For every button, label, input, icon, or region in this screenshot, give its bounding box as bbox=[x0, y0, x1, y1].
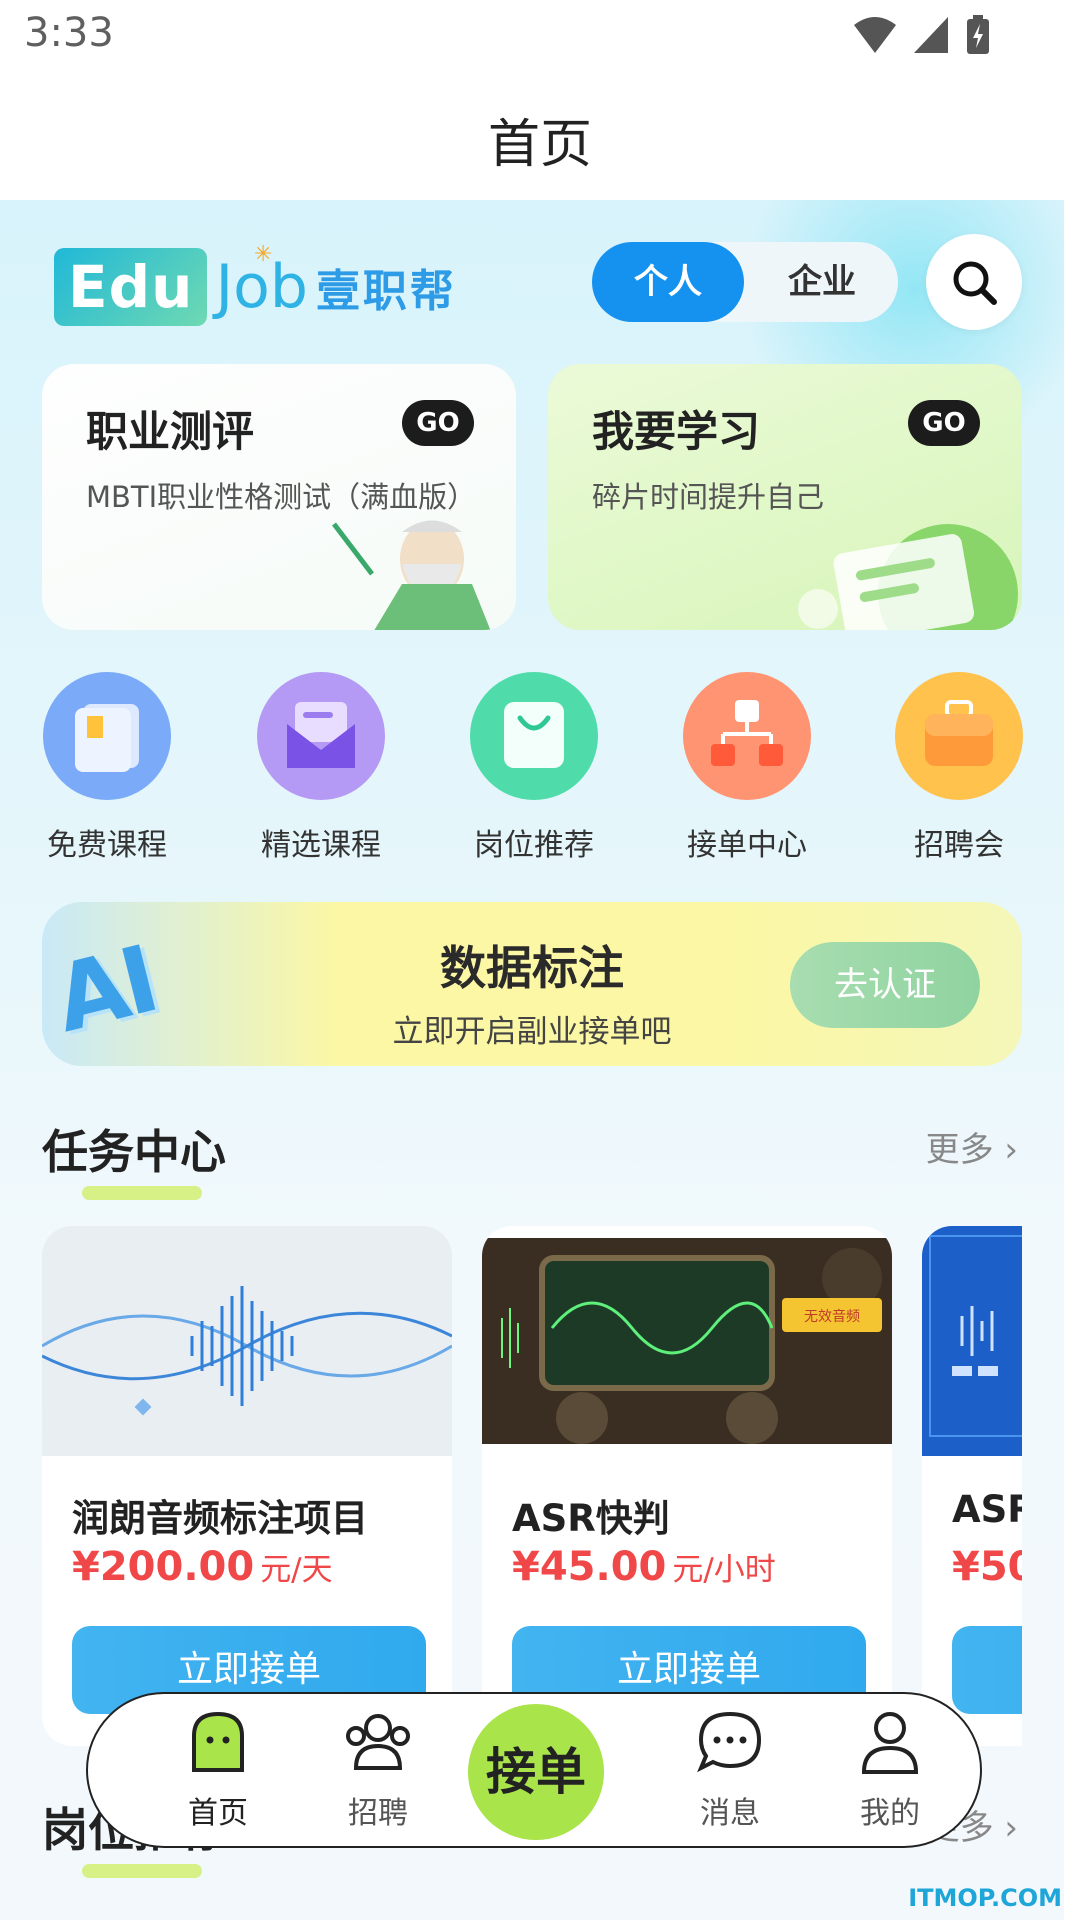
task-name: 润朗音频标注项目 bbox=[72, 1497, 368, 1540]
study-illustration bbox=[798, 524, 1018, 630]
shortcut-job-fair[interactable]: 招聘会 bbox=[874, 672, 1044, 864]
price-amount: ¥45.00 bbox=[512, 1544, 667, 1590]
network-icon bbox=[683, 672, 811, 800]
more-label: 更多 bbox=[925, 1130, 994, 1170]
logo-edu: Edu bbox=[54, 248, 208, 326]
task-name: ASR快判 bbox=[512, 1497, 670, 1540]
career-assessment-card[interactable]: 职业测评 GO MBTI职业性格测试（满血版） bbox=[42, 364, 516, 630]
task-card[interactable]: 润朗音频标注项目 ¥200.00 元/天 立即接单 bbox=[42, 1226, 452, 1746]
shortcut-job-recommend[interactable]: 岗位推荐 bbox=[449, 672, 619, 864]
shortcut-label: 接单中心 bbox=[687, 828, 807, 863]
home-icon bbox=[192, 1711, 244, 1772]
sage-illustration bbox=[332, 520, 491, 630]
toggle-enterprise[interactable]: 企业 bbox=[746, 242, 898, 322]
sun-icon: ✳ bbox=[254, 242, 273, 267]
shortcut-label: 精选课程 bbox=[261, 828, 381, 863]
tab-label: 招聘 bbox=[348, 1796, 408, 1831]
title-underline bbox=[82, 1186, 202, 1200]
page-title: 首页 bbox=[487, 115, 592, 175]
task-center-title: 任务中心 bbox=[42, 1116, 226, 1200]
tab-recruit[interactable]: 招聘 bbox=[318, 1710, 438, 1832]
status-time: 3:33 bbox=[24, 10, 114, 56]
shortcut-grid: 免费课程 精选课程 岗位推荐 接单中心 招聘会 bbox=[42, 672, 1023, 864]
shortcut-label: 岗位推荐 bbox=[474, 828, 594, 863]
title-underline bbox=[82, 1864, 202, 1878]
mail-icon bbox=[257, 672, 385, 800]
shortcut-label: 招聘会 bbox=[914, 828, 1004, 863]
watermark: ITMOP.COM bbox=[908, 1884, 1062, 1912]
task-carousel[interactable]: 润朗音频标注项目 ¥200.00 元/天 立即接单 无效音频 ASR快判 ¥45… bbox=[42, 1226, 1022, 1746]
chat-icon bbox=[697, 1711, 762, 1773]
task-price: ¥45.00 元/小时 bbox=[512, 1544, 776, 1590]
retro-monitor-image: 无效音频 bbox=[482, 1238, 892, 1444]
logo-cn: 壹职帮 bbox=[315, 266, 457, 317]
card-subtitle: 碎片时间提升自己 bbox=[592, 480, 825, 514]
tab-messages[interactable]: 消息 bbox=[670, 1710, 790, 1832]
accept-order-button[interactable] bbox=[952, 1626, 1022, 1714]
go-badge[interactable]: GO bbox=[402, 400, 474, 446]
audio-wave-image bbox=[42, 1226, 452, 1456]
bag-icon bbox=[470, 672, 598, 800]
blue-audio-image bbox=[922, 1226, 1022, 1456]
task-price: ¥200.00 元/天 bbox=[72, 1544, 333, 1590]
accept-order-tab-button[interactable]: 接单 bbox=[468, 1704, 604, 1840]
briefcase-icon bbox=[895, 672, 1023, 800]
price-amount: ¥50 bbox=[952, 1544, 1022, 1590]
shortcut-selected-courses[interactable]: 精选课程 bbox=[236, 672, 406, 864]
status-bar: 3:33 bbox=[0, 0, 1080, 74]
price-unit: 元/天 bbox=[260, 1552, 333, 1588]
status-icons bbox=[852, 14, 992, 56]
shortcut-label: 免费课程 bbox=[47, 828, 167, 863]
chevron-right-icon: › bbox=[1004, 1130, 1018, 1170]
shortcut-free-courses[interactable]: 免费课程 bbox=[22, 672, 192, 864]
data-annotation-banner[interactable]: AI 数据标注 立即开启副业接单吧 去认证 bbox=[42, 902, 1022, 1066]
book-icon bbox=[43, 672, 171, 800]
verify-button[interactable]: 去认证 bbox=[790, 942, 980, 1028]
shortcut-order-center[interactable]: 接单中心 bbox=[662, 672, 832, 864]
price-unit: 元/小时 bbox=[672, 1552, 776, 1588]
tab-label: 我的 bbox=[860, 1796, 920, 1831]
toggle-personal[interactable]: 个人 bbox=[592, 242, 744, 322]
tab-profile[interactable]: 我的 bbox=[830, 1710, 950, 1832]
price-amount: ¥200.00 bbox=[72, 1544, 255, 1590]
app-logo: Edu Job 壹职帮 ✳ bbox=[54, 242, 457, 332]
section-title-text: 任务中心 bbox=[42, 1125, 226, 1179]
tab-label: 消息 bbox=[700, 1796, 760, 1831]
home-content[interactable]: Edu Job 壹职帮 ✳ 个人 企业 职业测评 GO MBTI职业性格测试（满… bbox=[0, 200, 1064, 1920]
battery-icon bbox=[967, 15, 989, 54]
search-button[interactable] bbox=[926, 234, 1022, 330]
task-name: ASR bbox=[952, 1488, 1022, 1531]
tab-label: 首页 bbox=[188, 1796, 248, 1831]
tab-home[interactable]: 首页 bbox=[158, 1710, 278, 1832]
task-card[interactable]: ASR ¥50 bbox=[922, 1226, 1022, 1746]
task-more-link[interactable]: 更多 › bbox=[926, 1122, 1018, 1171]
image-tag: 无效音频 bbox=[804, 1308, 860, 1325]
people-icon bbox=[346, 1714, 410, 1770]
title-bar: 首页 bbox=[0, 74, 1080, 200]
card-title: 职业测评 bbox=[86, 407, 255, 456]
wifi-icon bbox=[854, 17, 896, 53]
task-price: ¥50 bbox=[952, 1544, 1022, 1590]
signal-icon bbox=[914, 17, 948, 53]
go-badge[interactable]: GO bbox=[908, 400, 980, 446]
search-icon bbox=[953, 261, 997, 305]
chevron-right-icon: › bbox=[1004, 1808, 1018, 1848]
task-card[interactable]: 无效音频 ASR快判 ¥45.00 元/小时 立即接单 bbox=[482, 1226, 892, 1746]
bottom-tab-bar: 首页 招聘 接单 消息 我的 bbox=[86, 1692, 982, 1848]
card-title: 我要学习 bbox=[592, 407, 761, 456]
learning-card[interactable]: 我要学习 GO 碎片时间提升自己 bbox=[548, 364, 1022, 630]
user-icon bbox=[861, 1712, 919, 1774]
mode-toggle[interactable]: 个人 企业 bbox=[592, 242, 898, 322]
